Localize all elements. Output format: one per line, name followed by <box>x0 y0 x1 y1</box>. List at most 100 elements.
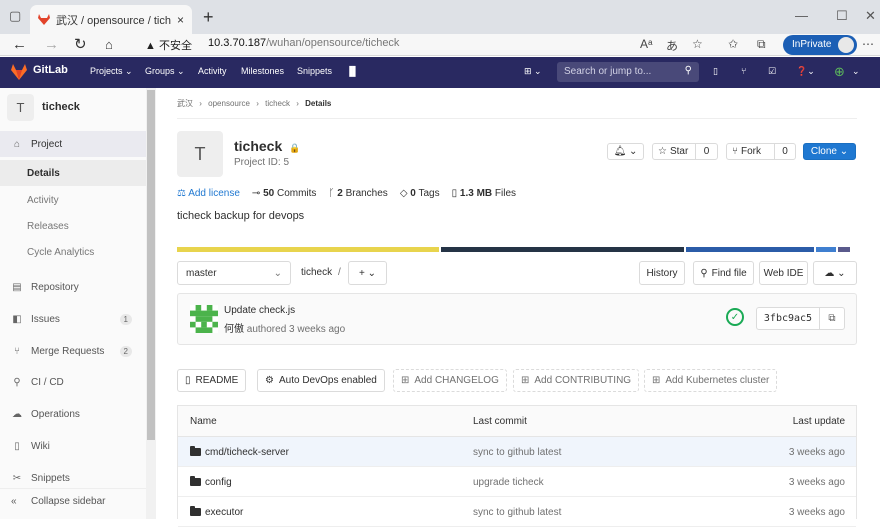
pipeline-passed-icon[interactable]: ✓ <box>726 308 744 326</box>
favorites-icon[interactable]: ✩ <box>728 37 738 51</box>
home-icon[interactable]: ⌂ <box>105 35 113 55</box>
add-license-link[interactable]: ⚖ Add license <box>177 188 240 199</box>
issues-shortcut-icon[interactable]: ▯ <box>713 66 718 77</box>
table-header: Name Last commit Last update <box>178 406 856 437</box>
gitlab-logo-icon[interactable] <box>10 63 28 81</box>
sidebar-item-cycle-analytics[interactable]: Cycle Analytics <box>0 239 146 265</box>
add-kubernetes-button[interactable]: ⊞ Add Kubernetes cluster <box>644 369 778 392</box>
search-icon: ⚲ <box>684 65 692 76</box>
tab-title: 武汉 / opensource / ticheck · Git <box>56 14 171 27</box>
translate-icon[interactable]: あ <box>666 37 678 54</box>
inprivate-button[interactable]: InPrivate <box>783 35 858 55</box>
nav-activity[interactable]: Activity <box>198 66 227 76</box>
gitlab-brand[interactable]: GitLab <box>33 64 68 76</box>
read-aloud-icon[interactable]: Aᵃ <box>640 37 652 51</box>
user-avatar-icon[interactable]: ⊕ <box>834 64 845 80</box>
files-link[interactable]: ▯ 1.3 MB Files <box>452 188 516 199</box>
new-tab-button[interactable]: + <box>203 8 214 26</box>
nav-groups[interactable]: Groups ⌄ <box>145 66 185 77</box>
branch-select[interactable]: master ⌄ <box>177 261 291 285</box>
add-changelog-button[interactable]: ⊞ Add CHANGELOG <box>393 369 507 392</box>
sidebar-scrollbar[interactable] <box>146 88 156 519</box>
commit-sha[interactable]: 3fbc9ac5 <box>756 307 820 330</box>
download-dropdown[interactable]: ☁ ⌄ <box>813 261 857 285</box>
column-header-last-commit: Last commit <box>473 416 527 427</box>
repo-path[interactable]: ticheck <box>301 267 332 278</box>
file-name-cell[interactable]: executor <box>190 506 243 518</box>
commits-label: Commits <box>276 188 317 199</box>
sidebar-item-merge-requests[interactable]: ⑂ Merge Requests 2 <box>0 338 146 364</box>
nav-snippets[interactable]: Snippets <box>297 66 332 76</box>
fork-button[interactable]: ⑂ Fork 0 <box>726 143 796 160</box>
commit-message-cell[interactable]: sync to github latest <box>473 447 561 458</box>
forward-icon[interactable]: → <box>44 35 59 55</box>
find-file-button[interactable]: ⚲ Find file <box>693 261 754 285</box>
author-avatar[interactable] <box>190 305 218 333</box>
repository-languages-bar[interactable] <box>177 247 857 252</box>
security-warning[interactable]: ▲ 不安全 <box>145 37 192 53</box>
commit-message-cell[interactable]: sync to github latest <box>473 507 561 518</box>
sidebar-item-wiki[interactable]: ▯ Wiki <box>0 433 146 459</box>
file-name-cell[interactable]: config <box>190 476 232 488</box>
close-window-icon[interactable]: ✕ <box>865 8 876 24</box>
sidebar-item-project[interactable]: ⌂ Project <box>0 131 146 157</box>
user-menu-chevron-icon[interactable]: ⌄ <box>852 66 860 77</box>
sidebar-item-activity[interactable]: Activity <box>0 187 146 213</box>
sidebar-project-header[interactable]: T ticheck <box>0 88 146 126</box>
file-name-cell[interactable]: cmd/ticheck-server <box>190 446 289 458</box>
new-item-icon[interactable]: ⊞ ⌄ <box>524 66 542 77</box>
back-icon[interactable]: ← <box>12 35 27 55</box>
add-file-dropdown[interactable]: + ⌄ <box>348 261 387 285</box>
branches-link[interactable]: ᚴ 2 Branches <box>328 188 387 199</box>
clone-button[interactable]: Clone ⌄ <box>803 143 856 160</box>
commits-link[interactable]: ⊸ 50 Commits <box>252 188 317 199</box>
fork-count[interactable]: 0 <box>775 146 795 157</box>
commit-title[interactable]: Update check.js <box>224 305 295 316</box>
merge-requests-shortcut-icon[interactable]: ⑂ <box>741 66 746 76</box>
tab-actions-icon[interactable]: ▢ <box>9 8 21 24</box>
search-input[interactable]: Search or jump to... ⚲ <box>557 62 699 82</box>
table-row[interactable]: executor sync to github latest 3 weeks a… <box>178 497 856 527</box>
nav-milestones[interactable]: Milestones <box>241 66 284 76</box>
sidebar-item-releases[interactable]: Releases <box>0 213 146 239</box>
sidebar-item-details[interactable]: Details <box>0 160 146 186</box>
sidebar-item-repository[interactable]: ▤ Repository <box>0 274 146 300</box>
collections-icon[interactable]: ⧉ <box>757 37 766 52</box>
browser-tab[interactable]: 武汉 / opensource / ticheck · Git × <box>30 5 192 34</box>
table-row[interactable]: cmd/ticheck-server sync to github latest… <box>178 437 856 467</box>
breadcrumb-project[interactable]: ticheck <box>265 99 290 108</box>
path-separator: / <box>338 267 341 278</box>
minimize-icon[interactable]: — <box>795 8 808 23</box>
add-contributing-button[interactable]: ⊞ Add CONTRIBUTING <box>513 369 640 392</box>
star-button[interactable]: ☆ Star 0 <box>652 143 718 160</box>
commit-author[interactable]: 何傲 <box>224 324 244 335</box>
breadcrumb-group[interactable]: 武汉 <box>177 99 193 108</box>
refresh-icon[interactable]: ↻ <box>74 35 87 55</box>
sidebar-item-ci-cd[interactable]: ⚲ CI / CD <box>0 369 146 395</box>
table-row[interactable]: config upgrade ticheck 3 weeks ago <box>178 467 856 497</box>
help-icon[interactable]: ❓⌄ <box>796 66 815 77</box>
scrollbar-thumb[interactable] <box>147 90 155 440</box>
tab-close-icon[interactable]: × <box>177 13 184 27</box>
sidebar-item-issues[interactable]: ◧ Issues 1 <box>0 306 146 332</box>
favorite-add-icon[interactable]: ☆ <box>692 37 703 51</box>
more-icon[interactable]: ⋯ <box>862 37 874 51</box>
readme-button[interactable]: ▯ README <box>177 369 247 392</box>
sidebar-item-operations[interactable]: ☁ Operations <box>0 401 146 427</box>
url-field[interactable]: 10.3.70.187/wuhan/opensource/ticheck <box>208 37 399 49</box>
collapse-sidebar-button[interactable]: « Collapse sidebar <box>0 488 146 514</box>
star-count[interactable]: 0 <box>696 146 717 157</box>
tags-link[interactable]: ◇ 0 Tags <box>400 188 440 199</box>
notification-button[interactable]: 🔔︎ ⌄ <box>607 143 644 160</box>
copy-sha-icon[interactable]: ⧉ <box>819 307 845 330</box>
maximize-icon[interactable]: ☐ <box>836 8 848 24</box>
commit-message-cell[interactable]: upgrade ticheck <box>473 477 544 488</box>
analytics-icon[interactable]: ▐▌ <box>346 66 359 76</box>
web-ide-button[interactable]: Web IDE <box>759 261 808 285</box>
todos-icon[interactable]: ☑ <box>768 66 776 77</box>
auto-devops-button[interactable]: ⚙ Auto DevOps enabled <box>257 369 385 392</box>
nav-projects[interactable]: Projects ⌄ <box>90 66 133 77</box>
breadcrumb-separator-icon: › <box>296 99 299 108</box>
history-button[interactable]: History <box>639 261 685 285</box>
breadcrumb-subgroup[interactable]: opensource <box>208 99 250 108</box>
